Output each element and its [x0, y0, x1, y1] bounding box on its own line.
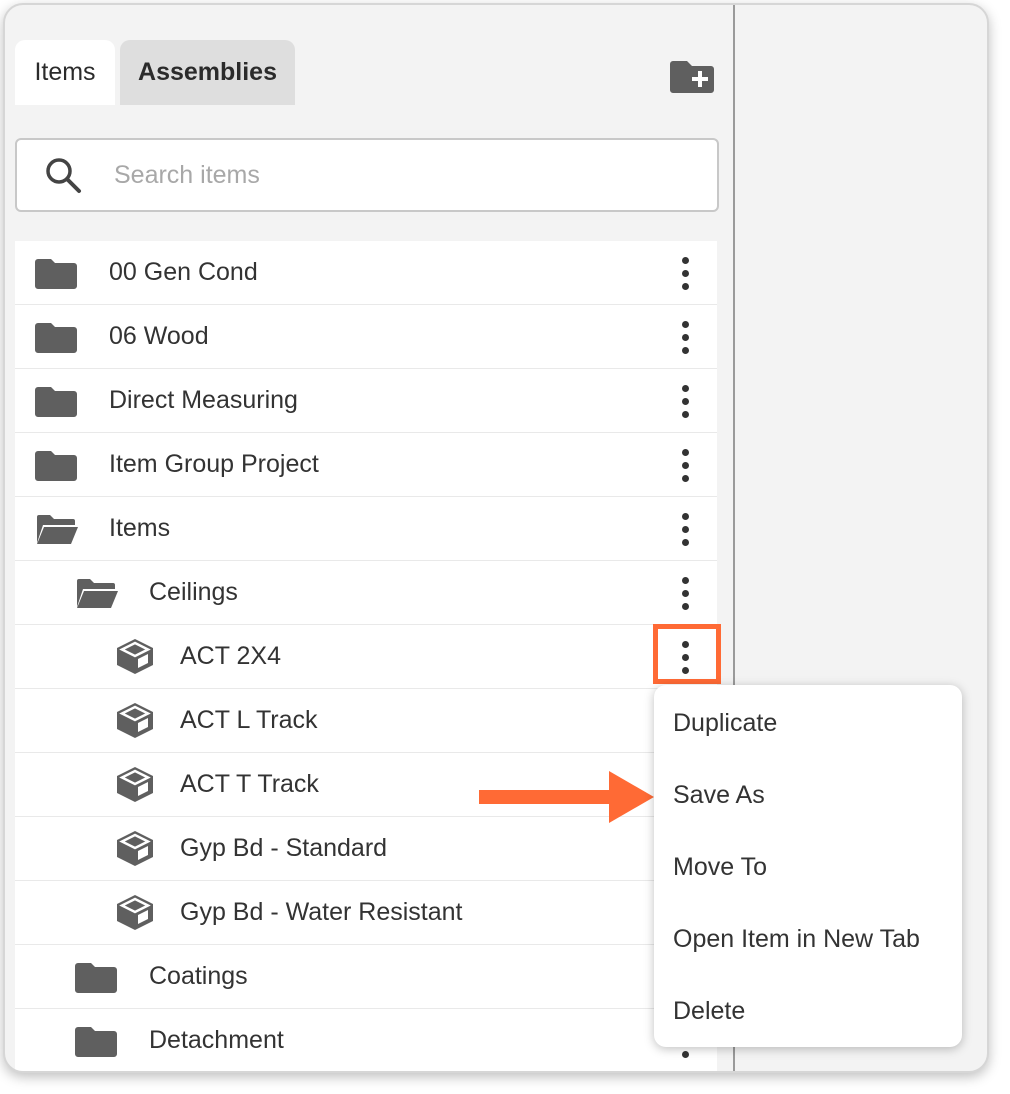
tree-item-row[interactable]: ACT 2X4: [15, 625, 717, 689]
more-vertical-icon[interactable]: [670, 249, 700, 297]
items-panel: Items Assemblies 00 Gen Cond 06 Wood Direc…: [3, 3, 989, 1073]
menu-item-open-item-in-new-tab[interactable]: Open Item in New Tab: [654, 909, 962, 969]
tree-folder-row[interactable]: 06 Wood: [15, 305, 717, 369]
more-vertical-icon[interactable]: [670, 505, 700, 553]
tree-node-label: 06 Wood: [109, 322, 209, 350]
tree-node-label: ACT 2X4: [180, 642, 281, 670]
cube-icon: [117, 703, 153, 738]
menu-item-move-to[interactable]: Move To: [654, 837, 962, 897]
tree-folder-row[interactable]: Item Group Project: [15, 433, 717, 497]
tree-item-row[interactable]: Gyp Bd - Water Resistant: [15, 881, 717, 945]
folder-icon: [35, 387, 77, 417]
search-icon: [46, 158, 81, 193]
folder-open-icon: [37, 515, 78, 544]
menu-item-delete[interactable]: Delete: [654, 981, 962, 1041]
cube-icon: [117, 831, 153, 866]
cube-icon: [117, 639, 153, 674]
tree-node-label: Direct Measuring: [109, 386, 298, 414]
tree-folder-row[interactable]: 00 Gen Cond: [15, 241, 717, 305]
more-vertical-icon[interactable]: [670, 441, 700, 489]
new-folder-button[interactable]: [670, 57, 714, 93]
folder-open-icon: [77, 579, 118, 608]
search-box[interactable]: [15, 138, 719, 212]
folder-icon: [35, 323, 77, 353]
tree-folder-row[interactable]: Items: [15, 497, 717, 561]
tree-item-row[interactable]: Gyp Bd - Standard: [15, 817, 717, 881]
folder-icon: [75, 1027, 117, 1057]
tree-node-label: Items: [109, 514, 171, 542]
folder-icon: [35, 451, 77, 481]
tree-folder-row[interactable]: Ceilings: [15, 561, 717, 625]
menu-item-duplicate[interactable]: Duplicate: [654, 693, 962, 753]
folder-icon: [75, 963, 117, 993]
tree-node-label: ACT L Track: [180, 706, 318, 734]
arrow-pointer-icon: [479, 771, 654, 823]
folder-icon: [35, 259, 77, 289]
tree-folder-row[interactable]: Coatings: [15, 945, 717, 1009]
more-vertical-icon[interactable]: [670, 569, 700, 617]
tree-folder-row[interactable]: Detachment: [15, 1009, 717, 1071]
more-vertical-icon[interactable]: [670, 313, 700, 361]
tree-node-label: 00 Gen Cond: [109, 258, 258, 286]
more-vertical-icon[interactable]: [670, 377, 700, 425]
context-menu: Duplicate Save As Move To Open Item in New …: [654, 685, 962, 1047]
tree-node-label: Item Group Project: [109, 450, 319, 478]
tree-folder-row[interactable]: Direct Measuring: [15, 369, 717, 433]
tree-node-label: Ceilings: [149, 578, 238, 606]
menu-item-save-as[interactable]: Save As: [654, 765, 962, 825]
tree-node-label: Gyp Bd - Water Resistant: [180, 898, 463, 926]
tab-items[interactable]: Items: [15, 40, 115, 105]
cube-icon: [117, 767, 153, 802]
tree-item-row[interactable]: ACT L Track: [15, 689, 717, 753]
tree-node-label: Coatings: [149, 962, 248, 990]
cube-icon: [117, 895, 153, 930]
tree-node-label: ACT T Track: [180, 770, 319, 798]
item-tree: 00 Gen Cond 06 Wood Direct Measuring Item G…: [15, 241, 717, 1071]
tab-assemblies[interactable]: Assemblies: [120, 40, 295, 105]
highlight-box: [653, 624, 721, 684]
tree-node-label: Detachment: [149, 1026, 284, 1054]
tree-node-label: Gyp Bd - Standard: [180, 834, 388, 862]
search-input[interactable]: [112, 152, 676, 198]
